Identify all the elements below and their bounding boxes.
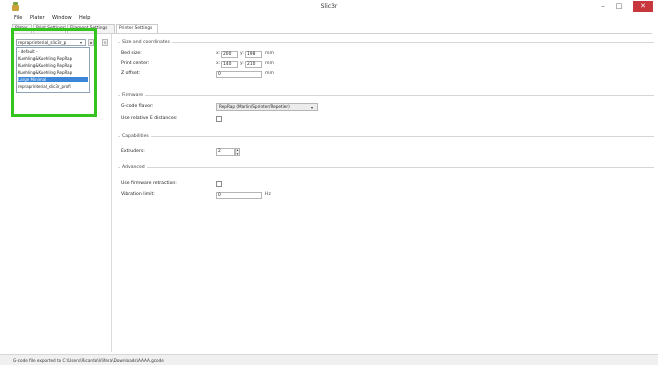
section-firmware: Firmware <box>118 93 654 130</box>
vibration-limit-input[interactable]: 0 <box>216 192 262 199</box>
close-button[interactable]: ✕ <box>633 1 653 12</box>
relative-e-label: Use relative E distances: <box>121 116 178 121</box>
gcode-flavor-label: G-code flavor: <box>121 104 154 109</box>
section-title: Capabilities <box>120 134 151 139</box>
section-size-coordinates: Size and coordinates <box>118 40 654 90</box>
menu-help[interactable]: Help <box>79 15 90 21</box>
menu-plater[interactable]: Plater <box>30 15 45 21</box>
section-title: Advanced <box>120 165 147 170</box>
section-advanced: Advanced <box>118 165 654 207</box>
section-title: Size and coordinates <box>120 40 172 45</box>
gcode-flavor-select[interactable]: RepRap (Marlin/Sprinter/Repetier) <box>216 103 318 111</box>
menu-window[interactable]: Window <box>52 15 72 21</box>
extruders-label: Extruders: <box>121 149 145 154</box>
status-text: G-code file exported to C:\Users\Ricardo… <box>13 358 164 363</box>
extruders-input[interactable]: 2 <box>216 148 235 156</box>
firmware-retraction-label: Use firmware retraction: <box>121 181 177 186</box>
axis-x-label: x: <box>216 61 221 66</box>
z-offset-label: Z offset: <box>121 71 141 76</box>
window-title: Slic3r <box>320 3 338 10</box>
section-capabilities: Capabilities <box>118 134 654 162</box>
axis-x-label: x: <box>216 51 221 56</box>
bed-size-y-input[interactable]: 198 <box>245 51 262 58</box>
bed-size-label: Bed size: <box>121 51 142 56</box>
title-bar: Slic3r – □ ✕ <box>0 0 658 14</box>
firmware-retraction-checkbox[interactable] <box>216 181 222 187</box>
print-center-unit: mm <box>265 61 274 66</box>
status-bar: G-code file exported to C:\Users\Ricardo… <box>0 354 658 365</box>
z-offset-unit: mm <box>265 71 274 76</box>
section-title: Firmware <box>120 93 146 98</box>
annotation-highlight-box <box>11 28 97 117</box>
axis-y-label: y: <box>240 61 244 66</box>
menu-file[interactable]: File <box>14 15 22 21</box>
vibration-limit-unit: Hz <box>265 192 271 197</box>
extruders-stepper[interactable]: ▴ ▾ <box>235 148 240 156</box>
print-center-label: Print center: <box>121 61 150 66</box>
maximize-button[interactable]: □ <box>612 1 626 12</box>
bed-size-x-input[interactable]: 200 <box>221 51 238 58</box>
axis-y-label: y: <box>240 51 244 56</box>
print-center-y-input[interactable]: 210 <box>245 61 262 68</box>
bed-size-unit: mm <box>265 51 274 56</box>
relative-e-checkbox[interactable] <box>216 116 222 122</box>
minimize-button[interactable]: – <box>596 1 610 12</box>
z-offset-input[interactable]: 0 <box>216 71 262 78</box>
menu-bar: File Plater Window Help <box>0 14 658 22</box>
chevron-down-icon[interactable]: ▾ <box>311 105 313 110</box>
delete-preset-icon[interactable]: ✕ <box>102 39 108 46</box>
print-center-x-input[interactable]: 140 <box>221 61 238 68</box>
vibration-limit-label: Vibration limit: <box>121 192 155 197</box>
